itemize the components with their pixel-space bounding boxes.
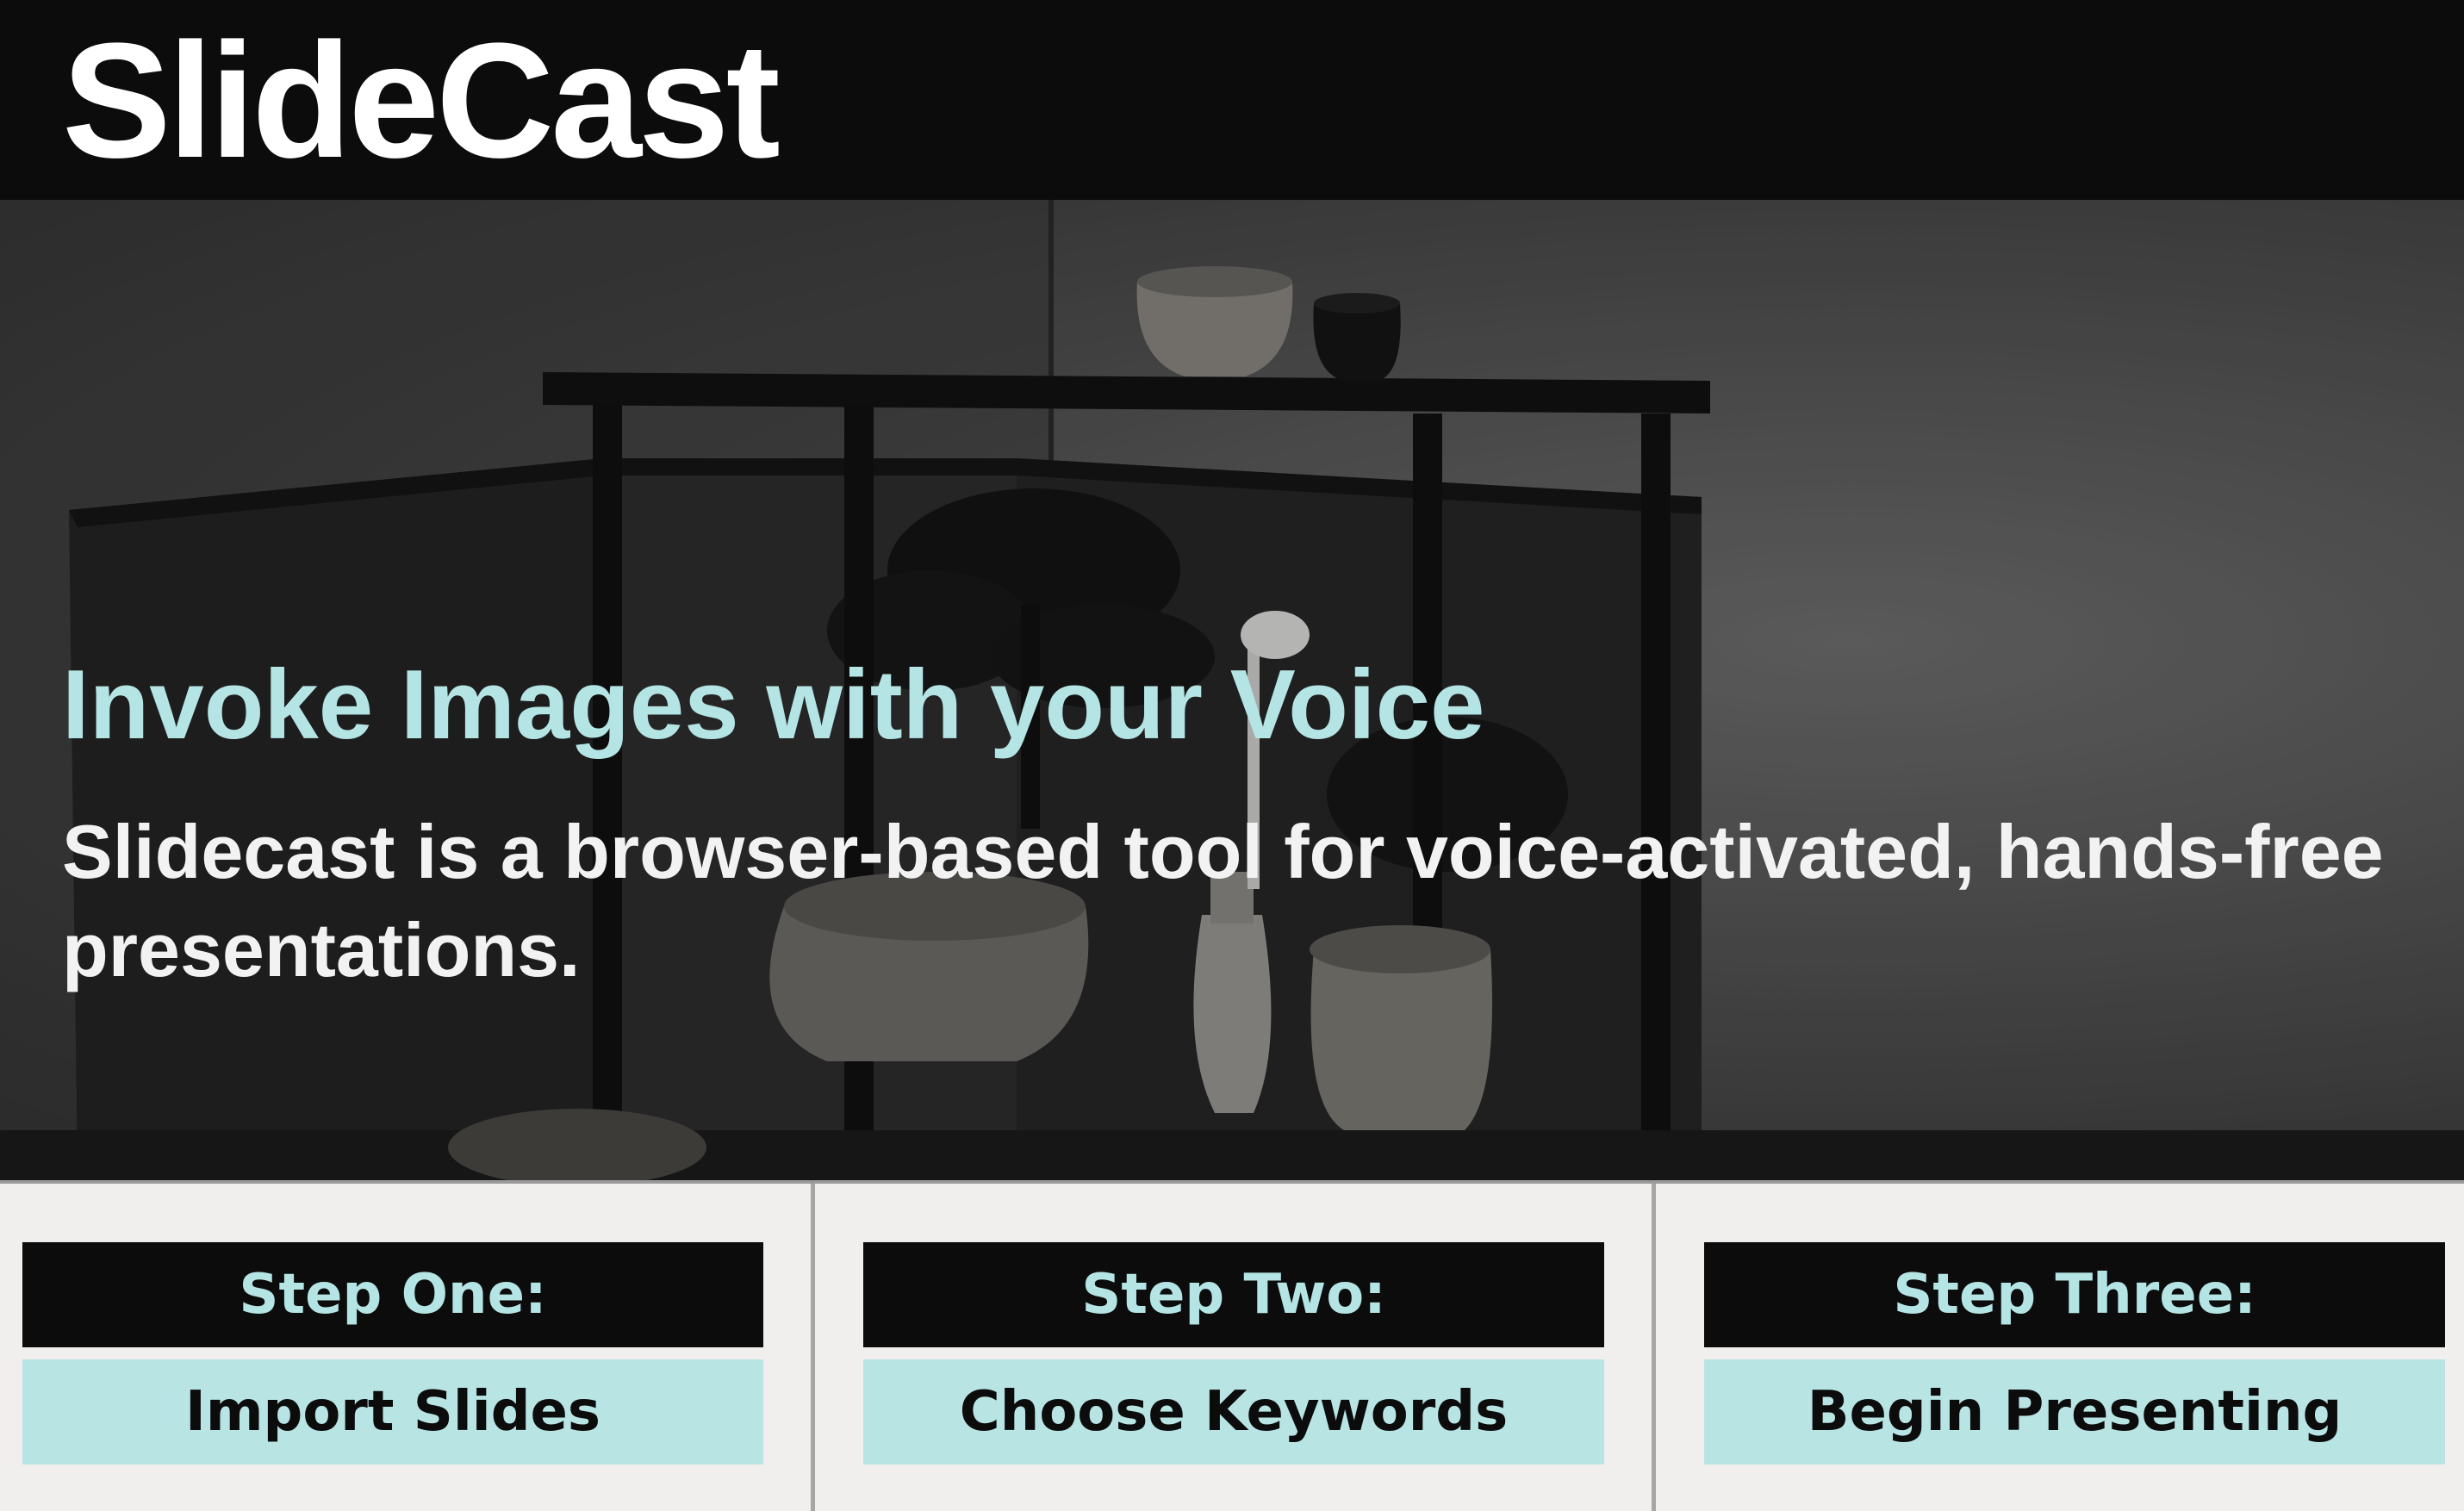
hero-subtitle: Slidecast is a browser-based tool for vo… — [62, 809, 2384, 992]
logo[interactable]: SlideCast — [62, 19, 781, 183]
steps-section: Step One: Import Slides Step Two: Choose… — [0, 1180, 2464, 1511]
import-slides-button[interactable]: Import Slides — [22, 1359, 763, 1464]
step-two-heading: Step Two: — [863, 1242, 1604, 1347]
top-bar: SlideCast — [0, 0, 2464, 200]
begin-presenting-button[interactable]: Begin Presenting — [1704, 1359, 2445, 1464]
step-divider — [1652, 1184, 1656, 1511]
step-one-heading: Step One: — [22, 1242, 763, 1347]
step-divider — [811, 1184, 815, 1511]
step-card-two: Step Two: Choose Keywords — [863, 1242, 1604, 1464]
step-three-heading: Step Three: — [1704, 1242, 2445, 1347]
step-card-three: Step Three: Begin Presenting — [1704, 1242, 2445, 1464]
hero-title: Invoke Images with your Voice — [62, 650, 1485, 760]
choose-keywords-button[interactable]: Choose Keywords — [863, 1359, 1604, 1464]
hero-banner: Invoke Images with your Voice Slidecast … — [0, 200, 2464, 1180]
step-card-one: Step One: Import Slides — [22, 1242, 763, 1464]
